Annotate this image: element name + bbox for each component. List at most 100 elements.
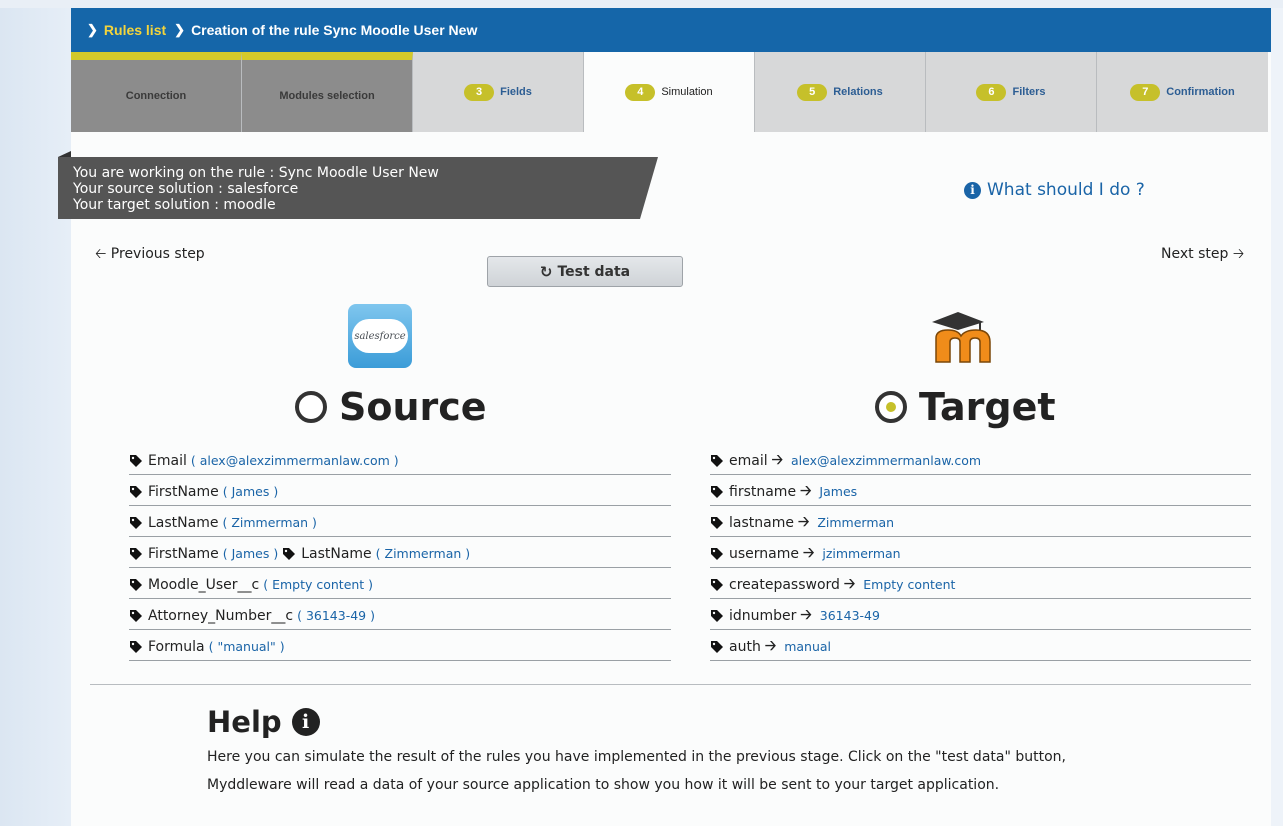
tag-icon <box>130 609 142 622</box>
info-icon: i <box>291 708 320 736</box>
tab-connection[interactable]: Connection <box>71 52 242 132</box>
field-value: ( "manual" ) <box>208 639 285 654</box>
tag-icon <box>283 547 296 560</box>
help-link-label: What should I do ? <box>987 180 1145 200</box>
arrow-right-icon: 🡢 <box>797 513 810 530</box>
breadcrumb-rules-list[interactable]: Rules list <box>104 22 166 38</box>
target-field-row: lastname 🡢 Zimmerman <box>710 506 1251 537</box>
tab-label: Connection <box>125 90 187 102</box>
source-field-row: Formula ( "manual" ) <box>129 630 671 661</box>
tab-simulation[interactable]: 4 Simulation <box>584 52 755 132</box>
field-value: ( alex@alexzimmermanlaw.com ) <box>190 453 399 468</box>
tab-label: Filters <box>1012 86 1046 98</box>
ribbon-fold <box>58 151 71 157</box>
tag-icon <box>130 640 142 653</box>
field-name: Attorney_Number__c <box>148 607 294 624</box>
field-value: ( Zimmerman ) <box>222 515 317 530</box>
field-value: ( Empty content ) <box>263 577 374 592</box>
target-field-row: auth 🡢 manual <box>710 630 1251 661</box>
tag-icon <box>711 640 723 653</box>
field-value: Zimmerman <box>817 515 895 530</box>
tag-icon <box>711 578 723 591</box>
source-field-row: FirstName ( James ) LastName ( Zimmerman… <box>129 537 671 568</box>
chevron-right-icon: ❯ <box>174 22 186 37</box>
arrow-right-icon: 🡢 <box>843 575 856 592</box>
tag-icon <box>130 485 142 498</box>
step-number-badge: 4 <box>625 83 656 101</box>
arrow-right-icon: 🡢 <box>803 544 815 561</box>
chevron-right-icon: ❯ <box>87 22 98 37</box>
source-title: Source <box>339 385 487 429</box>
target-field-row: firstname 🡢 James <box>710 475 1251 506</box>
source-field-list: Email ( alex@alexzimmermanlaw.com ) Firs… <box>129 444 671 661</box>
target-field-row: username 🡢 jzimmerman <box>710 537 1251 568</box>
field-value: 36143-49 <box>819 608 880 623</box>
step-number-badge: 3 <box>464 83 495 101</box>
target-field-row: createpassword 🡢 Empty content <box>710 568 1251 599</box>
field-value: manual <box>784 639 832 654</box>
help-text: Here you can simulate the result of the … <box>207 749 1066 793</box>
tag-icon <box>711 609 723 622</box>
tab-filters[interactable]: 6 Filters <box>926 52 1097 132</box>
arrow-right-icon: 🡢 <box>800 482 812 499</box>
tag-icon <box>130 454 142 467</box>
wizard-tabs: Connection Modules selection 3 Fields 4 … <box>71 52 1271 132</box>
next-step-link[interactable]: Next step 🡢 <box>1161 243 1244 267</box>
field-name: firstname <box>729 483 797 500</box>
arrow-right-icon: 🡢 <box>764 637 777 654</box>
tab-confirmation[interactable]: 7 Confirmation <box>1097 52 1268 132</box>
field-name: Email <box>148 452 187 469</box>
source-field-row: FirstName ( James ) <box>129 475 671 506</box>
salesforce-logo: salesforce <box>348 304 412 368</box>
tab-modules-selection[interactable]: Modules selection <box>242 52 413 132</box>
field-value: Empty content <box>863 577 956 592</box>
info-icon: i <box>964 181 981 199</box>
field-value: James <box>819 484 858 499</box>
what-should-i-do-link[interactable]: i What should I do ? <box>964 180 1145 200</box>
breadcrumb-current: Creation of the rule Sync Moodle User Ne… <box>191 22 478 38</box>
source-field-row: Attorney_Number__c ( 36143-49 ) <box>129 599 671 630</box>
test-data-button[interactable]: ↻ Test data <box>487 256 683 287</box>
field-name: LastName <box>301 545 372 562</box>
target-title: Target <box>919 385 1056 429</box>
arrow-left-icon: 🡠 <box>95 246 107 262</box>
target-solution-text: Your target solution : moodle <box>73 197 276 213</box>
tag-icon <box>711 485 723 498</box>
tag-icon <box>130 516 142 529</box>
step-number-badge: 7 <box>1130 83 1161 101</box>
target-radio[interactable] <box>875 391 907 423</box>
divider <box>90 684 1251 685</box>
salesforce-cloud: salesforce <box>352 319 408 353</box>
tag-icon <box>130 547 142 560</box>
field-name: Moodle_User__c <box>148 576 260 593</box>
tag-icon <box>711 516 723 529</box>
tab-fields[interactable]: 3 Fields <box>413 52 584 132</box>
field-name: FirstName <box>148 545 219 562</box>
target-field-row: idnumber 🡢 36143-49 <box>710 599 1251 630</box>
field-name: idnumber <box>729 607 797 624</box>
previous-step-link[interactable]: 🡠 Previous step <box>95 243 205 267</box>
help-title: Help <box>207 705 282 739</box>
tab-relations[interactable]: 5 Relations <box>755 52 926 132</box>
rule-info-ribbon: You are working on the rule : Sync Moodl… <box>58 157 658 219</box>
source-field-row: LastName ( Zimmerman ) <box>129 506 671 537</box>
help-heading: Help i <box>207 705 320 739</box>
tag-icon <box>711 547 723 560</box>
top-band <box>0 0 1283 8</box>
target-field-row: email 🡢 alex@alexzimmermanlaw.com <box>710 444 1251 475</box>
source-radio[interactable] <box>295 391 327 423</box>
breadcrumb: ❯ Rules list ❯ Creation of the rule Sync… <box>71 8 1271 52</box>
tag-icon <box>711 454 723 467</box>
field-name: createpassword <box>729 576 840 593</box>
rule-name-text: You are working on the rule : Sync Moodl… <box>73 165 439 181</box>
source-solution-text: Your source solution : salesforce <box>73 181 299 197</box>
tab-label: Fields <box>500 86 532 98</box>
test-data-label: Test data <box>557 263 631 280</box>
field-name: auth <box>729 638 761 655</box>
source-field-row: Email ( alex@alexzimmermanlaw.com ) <box>129 444 671 475</box>
moodle-logo <box>932 312 991 363</box>
previous-step-label: Previous step <box>110 246 205 262</box>
field-name: email <box>729 452 768 469</box>
field-value: alex@alexzimmermanlaw.com <box>790 453 982 468</box>
field-value: ( Zimmerman ) <box>375 546 471 561</box>
